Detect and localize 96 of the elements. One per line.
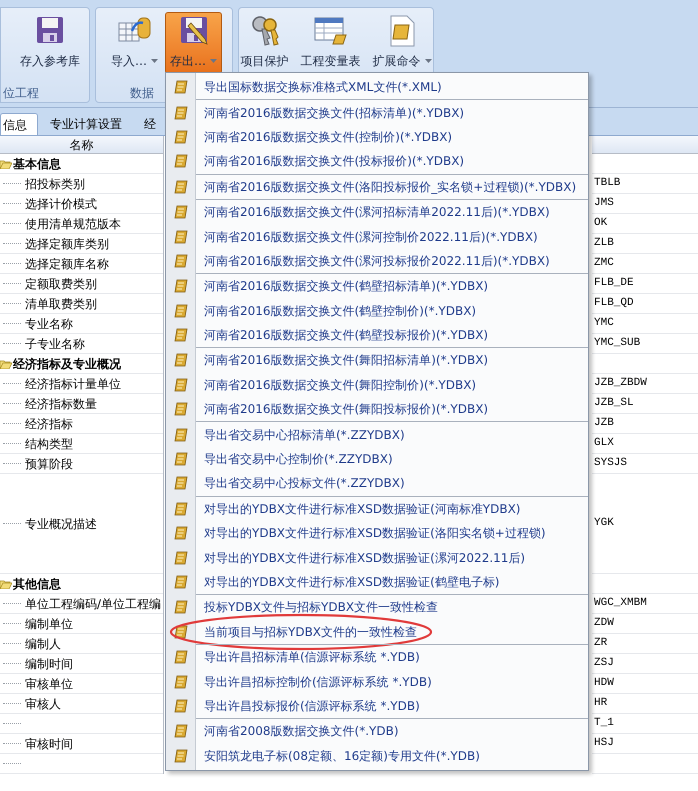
open-folder-icon xyxy=(0,358,12,368)
menu-item[interactable]: 河南省2016版数据交换文件(洛阳投标报价_实名锁+过程锁)(*.YDBX) xyxy=(166,174,588,199)
row-label: 编制时间 xyxy=(25,656,73,672)
menu-item[interactable]: 河南省2016版数据交换文件(鹤壁控制价)(*.YDBX) xyxy=(166,298,588,323)
row-label: 定额取费类别 xyxy=(25,276,97,292)
menu-item[interactable]: 投标YDBX文件与招标YDBX文件一致性检查 xyxy=(166,595,588,620)
menu-item[interactable]: 导出省交易中心控制价(*.ZZYDBX) xyxy=(166,446,588,472)
table-cell-text: OK xyxy=(594,216,608,232)
menu-item[interactable]: 导出许昌招标控制价(信源评标系统 *.YDB) xyxy=(166,669,588,694)
table-cell-text: JZB_SL xyxy=(594,396,634,412)
menu-item[interactable]: 导出许昌招标清单(信源评标系统 *.YDB) xyxy=(166,644,588,670)
table-cell-text: ZSJ xyxy=(594,656,614,672)
menu-item[interactable]: 河南省2016版数据交换文件(控制价)(*.YDBX) xyxy=(166,124,588,150)
menu-item[interactable]: 对导出的YDBX文件进行标准XSD数据验证(河南标准YDBX) xyxy=(166,496,588,522)
menu-item[interactable]: 河南省2016版数据交换文件(鹤壁招标清单)(*.YDBX) xyxy=(166,274,588,299)
group-title: 基本信息 xyxy=(13,156,61,172)
menu-item[interactable]: 河南省2016版数据交换文件(投标报价)(*.YDBX) xyxy=(166,149,588,174)
table-cell-text: YGK xyxy=(594,516,614,532)
keys-icon xyxy=(250,15,280,47)
open-folder-icon xyxy=(0,578,12,588)
table-cell-text: ZR xyxy=(594,636,608,652)
menu-item[interactable]: 河南省2016版数据交换文件(鹤壁投标报价)(*.YDBX) xyxy=(166,322,588,348)
menu-item[interactable]: 河南省2016版数据交换文件(招标清单)(*.YDBX) xyxy=(166,100,588,125)
table-cell-text: ZMC xyxy=(594,256,614,272)
menu-item[interactable]: 当前项目与招标YDBX文件的一致性检查 xyxy=(166,620,588,644)
row-label: 选择计价模式 xyxy=(25,196,97,212)
ribbon-button[interactable]: 导入… xyxy=(106,12,163,74)
group-label: 数据 xyxy=(130,85,154,102)
row-label: 结构类型 xyxy=(25,436,73,452)
table-cell-text: HSJ xyxy=(594,736,614,752)
row-label: 招投标类别 xyxy=(25,176,85,192)
row-label: 专业名称 xyxy=(25,316,73,332)
menu-item[interactable]: 河南省2008版数据交换文件(*.YDB) xyxy=(166,719,588,744)
row-label: 经济指标数量 xyxy=(25,396,97,412)
table-cell-text: JZB_ZBDW xyxy=(594,376,647,392)
tab[interactable]: 信息 xyxy=(0,113,38,135)
column-header: 名称 xyxy=(0,136,163,154)
table-cell-text: YMC_SUB xyxy=(594,336,640,352)
spreadsheet-icon xyxy=(314,15,348,45)
table-cell-text: JMS xyxy=(594,196,614,212)
menu-item[interactable]: 对导出的YDBX文件进行标准XSD数据验证(鹤壁电子标) xyxy=(166,570,588,594)
caret-icon xyxy=(424,59,432,63)
row-label: 预算阶段 xyxy=(25,456,73,472)
row-label: 清单取费类别 xyxy=(25,296,97,312)
row-label: 专业概况描述 xyxy=(25,516,97,532)
group-title: 经济指标及专业概况 xyxy=(13,356,121,372)
row-label: 编制单位 xyxy=(25,616,73,632)
table-cell-text: WGC_XMBM xyxy=(594,596,647,612)
open-folder-icon xyxy=(0,158,12,168)
table-cell-text: ZDW xyxy=(594,616,614,632)
menu-item[interactable]: 河南省2016版数据交换文件(舞阳招标清单)(*.YDBX) xyxy=(166,348,588,373)
table-cell-text: SYSJS xyxy=(594,456,628,472)
caret-icon xyxy=(210,59,217,63)
menu-item[interactable]: 河南省2016版数据交换文件(漯河投标报价2022.11后)(*.YDBX) xyxy=(166,248,588,274)
menu-item[interactable]: 河南省2016版数据交换文件(漯河控制价2022.11后)(*.YDBX) xyxy=(166,224,588,249)
row-label: 编制人 xyxy=(25,636,61,652)
row-label: 经济指标 xyxy=(25,416,73,432)
menu-item[interactable]: 河南省2016版数据交换文件(舞阳控制价)(*.YDBX) xyxy=(166,372,588,398)
tab[interactable]: 专业计算设置 xyxy=(40,113,132,135)
caret-icon xyxy=(151,59,158,63)
ribbon-button[interactable]: 存出… xyxy=(165,12,222,74)
menu-item[interactable]: 安阳筑龙电子标(08定额、16定额)专用文件(*.YDB) xyxy=(166,744,588,768)
ribbon-button[interactable]: 项目保护 xyxy=(236,12,294,74)
floppy-disk-pencil-icon xyxy=(178,15,208,45)
group-title: 其他信息 xyxy=(13,576,61,592)
menu-item[interactable]: 导出省交易中心招标清单(*.ZZYDBX) xyxy=(166,422,588,447)
row-label: 单位工程编码/单位工程编 xyxy=(25,596,162,612)
table-cell-text: JZB xyxy=(594,416,614,432)
menu-item[interactable]: 导出许昌投标报价(信源评标系统 *.YDB) xyxy=(166,694,588,718)
menu-item[interactable]: 对导出的YDBX文件进行标准XSD数据验证(漯河2022.11后) xyxy=(166,545,588,570)
table-cell-text: GLX xyxy=(594,436,614,452)
table-cell-text: HR xyxy=(594,696,608,712)
row-label: 使用清单规范版本 xyxy=(25,216,121,232)
row-label: 选择定额库名称 xyxy=(25,256,109,272)
table-cell-text: HDW xyxy=(594,676,614,692)
menu-item[interactable]: 导出国标数据交换标准格式XML文件(*.XML) xyxy=(166,75,588,100)
row-label: 子专业名称 xyxy=(25,336,85,352)
table-cell-text: TBLB xyxy=(594,176,620,192)
row-label: 选择定额库类别 xyxy=(25,236,109,252)
row-label: 审核人 xyxy=(25,696,61,712)
menu-item[interactable]: 河南省2016版数据交换文件(舞阳投标报价)(*.YDBX) xyxy=(166,397,588,422)
group-label: 位工程 xyxy=(3,85,39,102)
menu-item[interactable]: 对导出的YDBX文件进行标准XSD数据验证(洛阳实名锁+过程锁) xyxy=(166,521,588,546)
table-cell-text: YMC xyxy=(594,316,614,332)
ribbon-button[interactable]: 存入参考库 xyxy=(15,12,85,74)
row-label: 经济指标计量单位 xyxy=(25,376,121,392)
table-cell-text: FLB_QD xyxy=(594,296,634,312)
row-label: 审核时间 xyxy=(25,736,73,752)
menu-item[interactable]: 河南省2016版数据交换文件(漯河招标清单2022.11后)(*.YDBX) xyxy=(166,200,588,224)
table-cell-text: ZLB xyxy=(594,236,614,252)
scroll-document-icon xyxy=(388,15,416,47)
table-cell-text: FLB_DE xyxy=(594,276,634,292)
row-label: 审核单位 xyxy=(25,676,73,692)
menu-item[interactable]: 导出省交易中心投标文件(*.ZZYDBX) xyxy=(166,471,588,496)
table-cell-text: T_1 xyxy=(594,716,614,732)
tab[interactable]: 经 xyxy=(134,113,166,135)
